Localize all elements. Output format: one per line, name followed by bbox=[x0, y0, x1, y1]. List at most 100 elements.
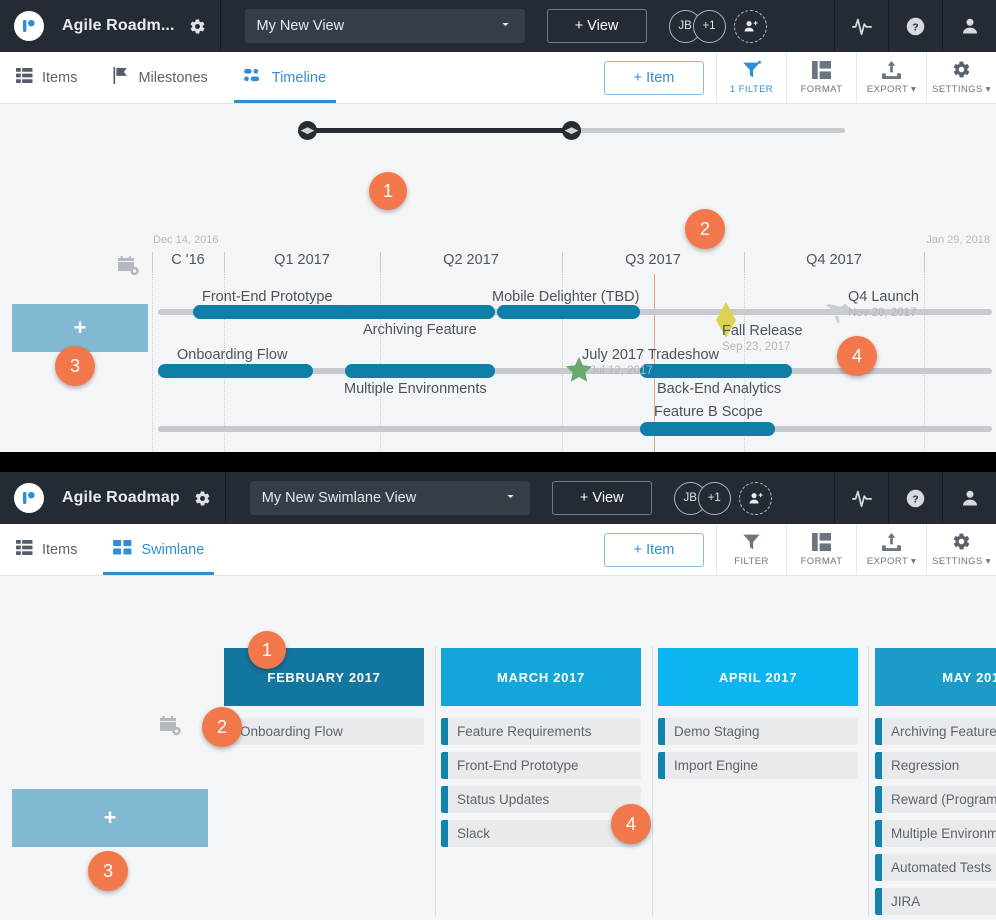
view-selector-dropdown[interactable]: My New Swimlane View bbox=[250, 481, 530, 515]
chevron-down-icon bbox=[498, 17, 513, 36]
quarter-label: Q4 2017 bbox=[744, 252, 924, 268]
subbar-spacer bbox=[344, 52, 604, 103]
filter-button[interactable]: 1 FILTER bbox=[716, 52, 786, 103]
filter-button[interactable]: FILTER bbox=[716, 524, 786, 575]
settings-button[interactable]: SETTINGS ▾ bbox=[926, 524, 996, 575]
swimlane-card[interactable]: Demo Staging bbox=[658, 718, 858, 745]
add-lane-label: + bbox=[74, 315, 87, 341]
swimlane-card[interactable]: Archiving Feature bbox=[875, 718, 996, 745]
collaborator-avatars[interactable]: JB +1 bbox=[669, 10, 767, 43]
step-badge-2: 2 bbox=[685, 209, 725, 249]
collaborator-avatars[interactable]: JB +1 bbox=[674, 482, 772, 515]
project-title: Agile Roadm... bbox=[62, 17, 175, 35]
timeline-range-slider[interactable]: ◀▶ ◀▶ bbox=[300, 128, 845, 133]
calendar-settings-icon[interactable] bbox=[118, 256, 140, 281]
timeline-bar[interactable] bbox=[345, 305, 495, 319]
help-icon[interactable]: ? bbox=[888, 472, 942, 524]
view-selector-dropdown[interactable]: My New View bbox=[245, 9, 525, 43]
range-slider-handle-right[interactable]: ◀▶ bbox=[562, 121, 581, 140]
activity-pulse-icon[interactable] bbox=[834, 0, 888, 52]
avatar-overflow[interactable]: +1 bbox=[693, 10, 726, 43]
export-button[interactable]: EXPORT ▾ bbox=[856, 524, 926, 575]
quarter-label: C '16 bbox=[152, 252, 224, 268]
add-view-label: + View bbox=[580, 490, 624, 506]
timeline-bar-label: Onboarding Flow bbox=[177, 347, 287, 363]
step-badge-3: 3 bbox=[88, 851, 128, 891]
add-lane-button[interactable]: + bbox=[12, 304, 148, 352]
calendar-settings-icon[interactable] bbox=[160, 716, 182, 741]
tab-timeline[interactable]: Timeline bbox=[226, 52, 344, 103]
activity-pulse-icon[interactable] bbox=[834, 472, 888, 524]
settings-label: SETTINGS ▾ bbox=[932, 84, 991, 95]
settings-button[interactable]: SETTINGS ▾ bbox=[926, 52, 996, 103]
tab-swimlane[interactable]: Swimlane bbox=[95, 524, 222, 575]
export-button[interactable]: EXPORT ▾ bbox=[856, 52, 926, 103]
timeline-bar[interactable] bbox=[345, 364, 495, 378]
timeline-bar[interactable] bbox=[497, 305, 640, 319]
flag-icon bbox=[113, 67, 129, 88]
add-view-label: + View bbox=[575, 18, 619, 34]
swimlane-card[interactable]: Multiple Environments bbox=[875, 820, 996, 847]
project-settings-gear-icon[interactable] bbox=[194, 490, 211, 507]
range-slider-fill bbox=[300, 128, 570, 133]
tab-milestones[interactable]: Milestones bbox=[95, 52, 225, 103]
view-selector-value: My New View bbox=[257, 18, 345, 34]
add-view-button[interactable]: + View bbox=[552, 481, 652, 515]
export-icon bbox=[882, 61, 901, 82]
swimlane-card[interactable]: Regression bbox=[875, 752, 996, 779]
timeline-icon bbox=[244, 68, 263, 87]
swimlane-card[interactable]: Status Updates bbox=[441, 786, 641, 813]
swimlane-card[interactable]: Reward (Program) bbox=[875, 786, 996, 813]
swimlane-card[interactable]: Front-End Prototype bbox=[441, 752, 641, 779]
timeline-bar[interactable] bbox=[640, 364, 792, 378]
add-item-button[interactable]: + Item bbox=[604, 61, 704, 95]
brand-area[interactable]: Agile Roadmap bbox=[0, 472, 226, 524]
add-item-button[interactable]: + Item bbox=[604, 533, 704, 567]
step-badge-2: 2 bbox=[202, 707, 242, 747]
format-label: FORMAT bbox=[801, 556, 843, 567]
swimlane-column-header[interactable]: MARCH 2017 bbox=[441, 648, 641, 706]
project-settings-gear-icon[interactable] bbox=[189, 18, 206, 35]
swimlane-subbar: Items Swimlane + Item FILTER bbox=[0, 524, 996, 576]
swimlane-card[interactable]: Automated Tests bbox=[875, 854, 996, 881]
user-account-icon[interactable] bbox=[942, 0, 996, 52]
tab-milestones-label: Milestones bbox=[138, 70, 207, 86]
swimlane-topbar: Agile Roadmap My New Swimlane View + Vie… bbox=[0, 472, 996, 524]
quarter-label: Q2 2017 bbox=[380, 252, 562, 268]
avatar-overflow[interactable]: +1 bbox=[698, 482, 731, 515]
swimlane-card[interactable]: Onboarding Flow bbox=[224, 718, 424, 745]
step-badge-1: 1 bbox=[248, 631, 286, 669]
timeline-start-date: Dec 14, 2016 bbox=[153, 234, 218, 246]
add-user-icon[interactable] bbox=[734, 10, 767, 43]
add-lane-button[interactable]: + bbox=[12, 789, 208, 847]
timeline-bar[interactable] bbox=[640, 422, 775, 436]
swimlane-card[interactable]: Import Engine bbox=[658, 752, 858, 779]
grid-line bbox=[152, 274, 153, 452]
swimlane-column-header[interactable]: APRIL 2017 bbox=[658, 648, 858, 706]
tab-items[interactable]: Items bbox=[0, 524, 95, 575]
brand-area[interactable]: Agile Roadm... bbox=[0, 0, 221, 52]
swimlane-card-list: Demo Staging Import Engine bbox=[658, 706, 858, 779]
format-button[interactable]: FORMAT bbox=[786, 52, 856, 103]
swimlane-card[interactable]: Feature Requirements bbox=[441, 718, 641, 745]
add-user-icon[interactable] bbox=[739, 482, 772, 515]
timeline-bar[interactable] bbox=[158, 364, 313, 378]
swimlane-column: MAY 2017 Archiving Feature Regression Re… bbox=[875, 648, 996, 920]
swimlane-card[interactable]: JIRA bbox=[875, 888, 996, 915]
milestone-date: Nov 20, 2017 bbox=[848, 307, 916, 319]
timeline-subbar: Items Milestones Timeline + Item bbox=[0, 52, 996, 104]
help-icon[interactable]: ? bbox=[888, 0, 942, 52]
format-button[interactable]: FORMAT bbox=[786, 524, 856, 575]
add-item-label: + Item bbox=[634, 542, 675, 558]
timeline-end-date: Jan 29, 2018 bbox=[926, 234, 990, 246]
add-view-button[interactable]: + View bbox=[547, 9, 647, 43]
user-account-icon[interactable] bbox=[942, 472, 996, 524]
swimlane-card-list: Onboarding Flow bbox=[224, 706, 424, 745]
timeline-panel: Agile Roadm... My New View + View JB +1 bbox=[0, 0, 996, 452]
add-lane-label: + bbox=[104, 805, 117, 831]
swimlane-column-header[interactable]: MAY 2017 bbox=[875, 648, 996, 706]
range-slider-handle-left[interactable]: ◀▶ bbox=[298, 121, 317, 140]
tab-items[interactable]: Items bbox=[0, 52, 95, 103]
subbar-spacer bbox=[222, 524, 604, 575]
panel-divider bbox=[0, 452, 996, 472]
